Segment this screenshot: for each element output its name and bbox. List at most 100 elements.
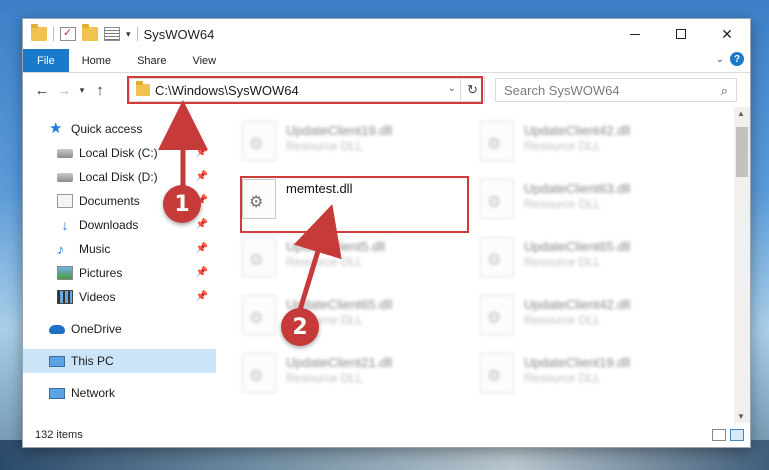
file-name: UpdateClient21.dll <box>286 355 393 370</box>
file-type: Resource DLL <box>286 139 363 153</box>
navigation-pane: ★ Quick access Local Disk (C:) 📌 Local D… <box>23 107 216 423</box>
tab-file[interactable]: File <box>23 49 69 72</box>
list-item[interactable]: UpdateClient65.dll Resource DLL <box>474 227 699 285</box>
onedrive-icon <box>49 324 65 334</box>
dll-file-icon <box>480 353 514 393</box>
sidebar-item-pictures[interactable]: Pictures 📌 <box>23 261 216 285</box>
file-type: Resource DLL <box>524 313 601 327</box>
scrollbar-thumb[interactable] <box>736 127 748 177</box>
navigation-bar: ← → ▾ ↑ C:\Windows\SysWOW64 ⌄ ↻ Search S… <box>23 73 750 107</box>
folder-icon <box>31 24 47 41</box>
pin-icon[interactable]: 📌 <box>196 243 208 254</box>
dll-file-icon <box>480 237 514 277</box>
file-type: Resource DLL <box>524 255 601 269</box>
dll-file-icon <box>242 295 276 335</box>
file-type: Resource DLL <box>524 139 601 153</box>
up-arrow-icon[interactable]: ↑ <box>89 82 111 99</box>
list-item[interactable]: UpdateClient5.dll Resource DLL <box>236 227 461 285</box>
file-highlight-box <box>240 176 469 233</box>
list-item[interactable]: UpdateClient19.dll Resource DLL <box>474 343 699 401</box>
window-title: SysWOW64 <box>143 26 215 42</box>
sidebar-item-label: Local Disk (D:) <box>79 170 158 184</box>
search-icon[interactable]: ⌕ <box>721 83 728 99</box>
view-switcher <box>712 429 744 441</box>
file-type: Resource DLL <box>286 371 363 385</box>
sidebar-item-videos[interactable]: Videos 📌 <box>23 285 216 309</box>
file-explorer-window: ▾ SysWOW64 ✕ File Home Share View ⌄ ? ← … <box>22 18 751 448</box>
maximize-button[interactable] <box>658 19 704 49</box>
recent-locations-chevron-icon[interactable]: ▾ <box>75 85 89 96</box>
quick-access-toolbar: ▾ <box>31 24 138 41</box>
pin-icon[interactable]: 📌 <box>196 171 208 182</box>
search-box[interactable]: Search SysWOW64 ⌕ <box>495 78 737 102</box>
file-name: UpdateClient63.dll <box>524 181 631 196</box>
forward-arrow-icon[interactable]: → <box>53 82 75 99</box>
vertical-scrollbar[interactable]: ▲ ▼ <box>734 107 750 423</box>
network-icon <box>49 387 65 399</box>
tab-view[interactable]: View <box>179 49 229 72</box>
address-highlight-box <box>127 76 483 104</box>
sidebar-item-local-disk-c[interactable]: Local Disk (C:) 📌 <box>23 141 216 165</box>
list-item[interactable]: UpdateClient63.dll Resource DLL <box>474 169 699 227</box>
pin-icon[interactable]: 📌 <box>196 267 208 278</box>
list-item[interactable]: UpdateClient19.dll Resource DLL <box>236 111 461 169</box>
sidebar-item-label: Downloads <box>79 218 139 232</box>
sidebar-item-onedrive[interactable]: OneDrive <box>23 317 216 341</box>
sidebar-item-label: Documents <box>79 194 140 208</box>
scroll-up-icon[interactable]: ▲ <box>737 109 745 118</box>
sidebar-item-music[interactable]: ♪ Music 📌 <box>23 237 216 261</box>
scroll-down-icon[interactable]: ▼ <box>737 412 745 421</box>
expand-ribbon-icon[interactable]: ⌄ <box>716 54 724 65</box>
file-type: Resource DLL <box>524 197 601 211</box>
new-folder-icon[interactable] <box>82 24 98 41</box>
pin-icon[interactable]: 📌 <box>196 147 208 158</box>
list-item[interactable]: UpdateClient42.dll Resource DLL <box>474 111 699 169</box>
documents-icon <box>57 194 73 208</box>
title-bar: ▾ SysWOW64 ✕ <box>23 19 750 49</box>
tab-share[interactable]: Share <box>124 49 179 72</box>
step-1-callout: 1 <box>163 185 201 223</box>
close-icon: ✕ <box>721 25 733 42</box>
tab-home[interactable]: Home <box>69 49 124 72</box>
sidebar-item-label: OneDrive <box>71 322 122 336</box>
back-arrow-icon[interactable]: ← <box>31 82 53 99</box>
sidebar-item-label: Music <box>79 242 111 256</box>
file-name: UpdateClient42.dll <box>524 297 631 312</box>
large-icons-view-icon[interactable] <box>730 429 744 441</box>
item-count: 132 items <box>35 429 83 441</box>
file-name: UpdateClient19.dll <box>286 123 393 138</box>
dll-file-icon <box>480 295 514 335</box>
sidebar-item-this-pc[interactable]: This PC <box>23 349 216 373</box>
file-type: Resource DLL <box>286 255 363 269</box>
maximize-icon <box>676 29 686 39</box>
sidebar-item-network[interactable]: Network <box>23 381 216 405</box>
pin-icon[interactable]: 📌 <box>196 219 208 230</box>
properties-icon[interactable] <box>104 27 120 41</box>
list-item[interactable]: UpdateClient42.dll Resource DLL <box>474 285 699 343</box>
file-type: Resource DLL <box>524 371 601 385</box>
search-input[interactable]: Search SysWOW64 <box>504 83 620 98</box>
star-icon: ★ <box>49 120 63 137</box>
minimize-button[interactable] <box>612 19 658 49</box>
close-button[interactable]: ✕ <box>704 19 750 49</box>
pin-icon[interactable]: 📌 <box>196 291 208 302</box>
explorer-content: ★ Quick access Local Disk (C:) 📌 Local D… <box>23 107 750 423</box>
file-name: UpdateClient19.dll <box>524 355 631 370</box>
status-bar: 132 items <box>23 423 750 447</box>
properties-check-icon[interactable] <box>60 26 76 41</box>
separator <box>136 27 138 41</box>
list-item[interactable]: UpdateClient21.dll Resource DLL <box>236 343 461 401</box>
pc-icon <box>49 355 65 367</box>
details-view-icon[interactable] <box>712 429 726 441</box>
dll-file-icon <box>480 121 514 161</box>
window-controls: ✕ <box>612 19 750 49</box>
music-icon: ♪ <box>57 241 64 257</box>
sidebar-item-quick-access[interactable]: ★ Quick access <box>23 117 216 141</box>
list-item[interactable]: UpdateClient65.dll Resource DLL <box>236 285 461 343</box>
sidebar-item-label: Quick access <box>71 122 143 136</box>
help-icon[interactable]: ? <box>730 52 744 66</box>
step-2-callout: 2 <box>281 308 319 346</box>
sidebar-item-label: Local Disk (C:) <box>79 146 158 160</box>
sidebar-item-label: Videos <box>79 290 116 304</box>
customize-toolbar-chevron-icon[interactable]: ▾ <box>126 29 131 40</box>
